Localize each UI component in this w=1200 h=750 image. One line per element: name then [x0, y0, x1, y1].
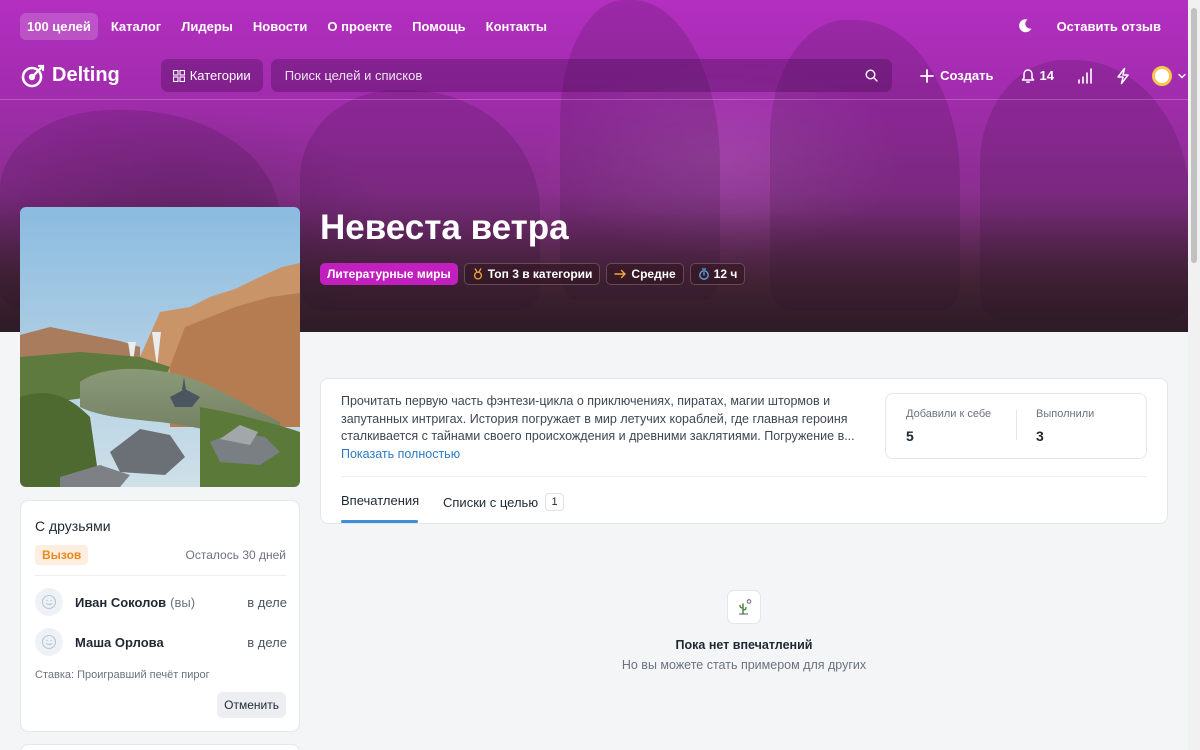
- arrow-right-icon: [614, 269, 627, 279]
- categories-button[interactable]: Категории: [160, 59, 263, 92]
- logo-text: Delting: [52, 64, 120, 86]
- divider: [35, 575, 287, 576]
- moon-icon[interactable]: [1017, 18, 1033, 34]
- nav-news[interactable]: Новости: [246, 13, 315, 40]
- cancel-button[interactable]: Отменить: [217, 692, 286, 718]
- chevron-down-icon: [1178, 73, 1186, 78]
- friends-title: С друзьями: [35, 518, 111, 534]
- completed-value: 3: [1036, 428, 1044, 444]
- nav-leaders[interactable]: Лидеры: [174, 13, 240, 40]
- lightning-icon[interactable]: [1114, 67, 1132, 85]
- nav-about[interactable]: О проекте: [320, 13, 399, 40]
- completed-stat: Выполнили 3: [1036, 408, 1094, 444]
- tab-lists-count: 1: [545, 493, 565, 511]
- nav-help[interactable]: Помощь: [405, 13, 472, 40]
- create-button[interactable]: Создать: [920, 68, 994, 83]
- member-name: Иван Соколов: [75, 594, 167, 610]
- avatar: [1152, 65, 1172, 86]
- nav-100-goals[interactable]: 100 целей: [20, 12, 98, 40]
- goal-title: Невеста ветра: [320, 208, 569, 247]
- member-you-label: (вы): [170, 594, 196, 610]
- stats-divider: [1016, 410, 1017, 440]
- top-navigation: 100 целей Каталог Лидеры Новости О проек…: [0, 0, 1188, 52]
- top-badge: Топ 3 в категории: [463, 263, 601, 285]
- medal-icon: [473, 268, 482, 280]
- active-tab-indicator: [341, 520, 418, 523]
- goal-badges: Литературные миры Топ 3 в категории Сред…: [320, 263, 751, 285]
- stopwatch-icon: [698, 268, 709, 280]
- tab-lists-label: Списки с целью: [443, 494, 539, 510]
- grid-icon: [172, 69, 185, 82]
- difficulty-label: Средне: [631, 267, 676, 281]
- goal-description: Прочитать первую часть фэнтези-цикла о п…: [341, 394, 855, 443]
- difficulty-badge: Средне: [606, 263, 684, 285]
- category-badge[interactable]: Литературные миры: [320, 263, 458, 285]
- goal-cover-image: [20, 207, 300, 487]
- categories-label: Категории: [189, 68, 251, 83]
- member-row[interactable]: Иван Соколов (вы) в деле: [35, 588, 287, 616]
- completed-label: Выполнили: [1036, 408, 1095, 420]
- logo[interactable]: Delting: [20, 63, 141, 89]
- member-name: Маша Орлова: [75, 634, 164, 650]
- time-badge: 12 ч: [689, 263, 746, 285]
- stats-icon[interactable]: [1076, 67, 1094, 85]
- time-label: 12 ч: [713, 267, 738, 281]
- member-status: в деле: [247, 594, 287, 610]
- show-full-link[interactable]: Показать полностью: [341, 447, 460, 461]
- remaining-days: Осталось 30 дней: [185, 548, 286, 562]
- added-stat: Добавили к себе 5: [906, 408, 991, 444]
- main-header: Delting Категории Создать 14: [0, 52, 1188, 100]
- goal-info-card: Прочитать первую часть фэнтези-цикла о п…: [320, 378, 1168, 524]
- search-icon[interactable]: [865, 69, 878, 82]
- scrollbar-thumb[interactable]: [1191, 8, 1197, 263]
- smiley-avatar-icon: [35, 588, 63, 616]
- added-value: 5: [906, 428, 914, 444]
- empty-state-title: Пока нет впечатлений: [675, 638, 813, 652]
- cactus-icon: [727, 590, 761, 624]
- tab-lists[interactable]: Списки с целью 1: [443, 493, 565, 511]
- create-label: Создать: [940, 68, 994, 83]
- tab-impressions[interactable]: Впечатления: [341, 493, 419, 508]
- search-box: [270, 59, 893, 92]
- tab-impressions-label: Впечатления: [341, 493, 420, 508]
- friends-challenge-card: С друзьями Вызов Осталось 30 дней Иван С…: [20, 500, 300, 732]
- notifications-button[interactable]: 14: [1020, 68, 1054, 84]
- smiley-avatar-icon: [35, 628, 63, 656]
- challenge-badge: Вызов: [35, 545, 89, 565]
- top-badge-label: Топ 3 в категории: [487, 267, 593, 281]
- divider: [341, 476, 1147, 477]
- next-card: [20, 744, 300, 750]
- empty-state-subtitle: Но вы можете стать примером для других: [621, 658, 867, 672]
- member-status: в деле: [247, 634, 287, 650]
- plus-icon: [920, 68, 934, 83]
- user-menu[interactable]: [1152, 65, 1188, 86]
- target-logo-icon: [21, 64, 45, 87]
- added-label: Добавили к себе: [906, 408, 992, 420]
- feedback-link[interactable]: Оставить отзыв: [1057, 19, 1161, 34]
- notifications-count: 14: [1039, 68, 1054, 83]
- bell-icon: [1021, 68, 1034, 83]
- member-row[interactable]: Маша Орлова в деле: [35, 628, 287, 656]
- page-scrollbar[interactable]: [1188, 0, 1200, 750]
- goal-stats: Добавили к себе 5 Выполнили 3: [885, 393, 1147, 459]
- bet-text: Ставка: Проигравший печёт пирог: [35, 669, 210, 681]
- nav-contacts[interactable]: Контакты: [479, 13, 554, 40]
- nav-catalog[interactable]: Каталог: [104, 13, 168, 40]
- search-input[interactable]: [270, 68, 851, 83]
